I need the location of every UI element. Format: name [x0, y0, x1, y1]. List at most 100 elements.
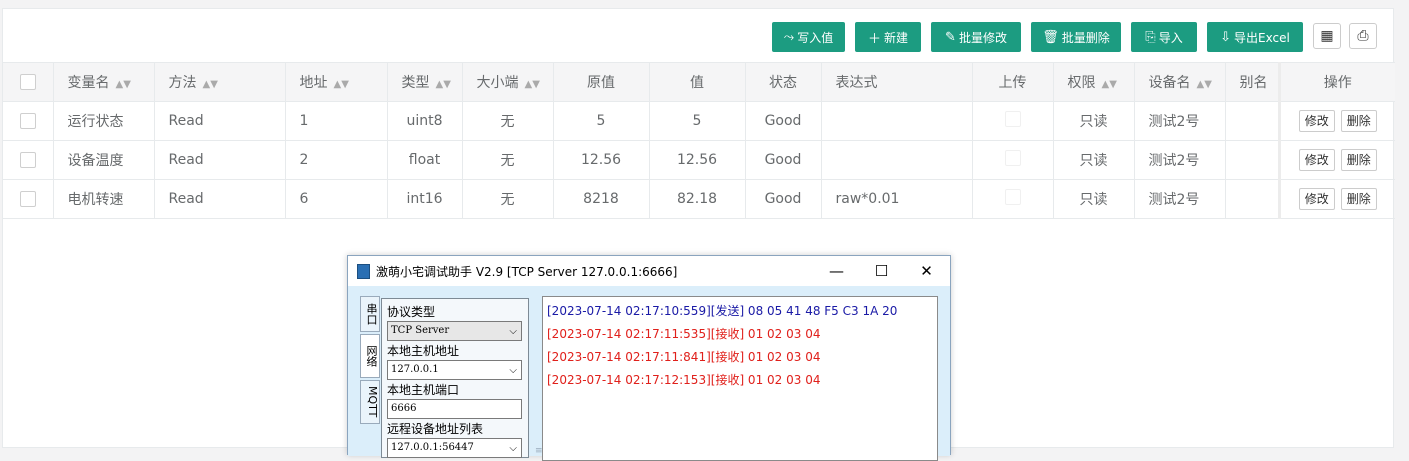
cell-endian: 无 [461, 101, 553, 141]
print-button[interactable]: ⎙ [1349, 23, 1377, 49]
cell-address: 2 [284, 140, 387, 180]
table-row: 设备温度 Read 2 float 无 12.56 12.56 Good 只读 … [3, 140, 1395, 180]
minimize-button[interactable]: — [814, 256, 859, 286]
tab-network[interactable]: 网络 [360, 334, 380, 378]
chevron-down-icon: ⌵ [509, 326, 517, 337]
edit-button[interactable]: 修改 [1298, 149, 1335, 171]
cell-status: Good [744, 179, 821, 219]
tab-mqtt[interactable]: MQTT [360, 380, 380, 424]
cell-permission: 只读 [1052, 179, 1134, 219]
cell-permission: 只读 [1052, 101, 1134, 141]
columns-icon: ▦ [1320, 28, 1334, 44]
new-button[interactable]: ＋新建 [855, 22, 921, 52]
cell-actions: 修改 删除 [1277, 101, 1395, 141]
col-header-device[interactable]: 设备名 ▲▼ [1133, 62, 1225, 102]
cell-device: 测试2号 [1133, 140, 1225, 180]
cell-type: uint8 [386, 101, 462, 141]
col-header-method[interactable]: 方法 ▲▼ [153, 62, 285, 102]
tab-serial[interactable]: 串口 [360, 296, 380, 332]
select-all-checkbox[interactable] [19, 74, 36, 90]
table-row: 电机转速 Read 6 int16 无 8218 82.18 Good raw*… [3, 179, 1395, 219]
upload-checkbox[interactable] [1004, 111, 1021, 127]
cell-method: Read [153, 140, 285, 180]
remote-list-label: 远程设备地址列表 [387, 422, 484, 436]
cell-value: 82.18 [648, 179, 745, 219]
cell-method: Read [153, 179, 285, 219]
sort-icon: ▲▼ [1101, 79, 1117, 90]
print-icon: ⎙ [1357, 28, 1369, 44]
batch-delete-button[interactable]: 🗑 批量删除 [1031, 22, 1121, 52]
edit-button[interactable]: 修改 [1298, 188, 1335, 210]
cell-method: Read [153, 101, 285, 141]
row-checkbox[interactable] [19, 152, 36, 168]
chevron-down-icon: ⌵ [509, 443, 517, 454]
debug-assistant-window: 激萌小宅调试助手 V2.9 [TCP Server 127.0.0.1:6666… [347, 255, 951, 461]
download-icon: ⇩ [1220, 29, 1232, 45]
col-header-type[interactable]: 类型 ▲▼ [386, 62, 462, 102]
log-line-send: [2023-07-14 02:17:10:559][发送] 08 05 41 4… [547, 304, 898, 318]
export-excel-button[interactable]: ⇩ 导出Excel [1207, 22, 1303, 52]
col-header-status: 状态 [744, 62, 821, 102]
cell-actions: 修改 删除 [1277, 179, 1395, 219]
protocol-select[interactable]: TCP Server ⌵ [387, 321, 522, 341]
row-checkbox[interactable] [19, 113, 36, 129]
log-line-receive: [2023-07-14 02:17:11:535][接收] 01 02 03 0… [547, 327, 821, 341]
sort-icon: ▲▼ [115, 79, 131, 90]
col-header-name[interactable]: 变量名 ▲▼ [52, 62, 154, 102]
col-header-endian[interactable]: 大小端 ▲▼ [461, 62, 553, 102]
columns-toggle-button[interactable]: ▦ [1313, 23, 1341, 49]
local-port-label: 本地主机端口 [387, 383, 460, 397]
cell-type: int16 [386, 179, 462, 219]
delete-button[interactable]: 删除 [1340, 149, 1377, 171]
table-header-row: 变量名 ▲▼ 方法 ▲▼ 地址 ▲▼ 类型 ▲▼ 大小端 ▲▼ 原值 值 状态 表达式 上… [3, 62, 1395, 102]
import-button[interactable]: ⎘ 导入 [1131, 22, 1197, 52]
row-select-cell [3, 140, 53, 180]
maximize-icon: ☐ [874, 262, 889, 280]
col-header-permission[interactable]: 权限 ▲▼ [1052, 62, 1134, 102]
cell-address: 6 [284, 179, 387, 219]
close-button[interactable]: ✕ [904, 256, 949, 286]
cell-endian: 无 [461, 140, 553, 180]
maximize-button[interactable]: ☐ [859, 256, 904, 286]
col-header-actions: 操作 [1277, 62, 1395, 102]
col-header-upload: 上传 [971, 62, 1053, 102]
cell-upload [971, 179, 1053, 219]
col-header-address[interactable]: 地址 ▲▼ [284, 62, 387, 102]
window-body: 串口 网络 MQTT 协议类型 TCP Server ⌵ 本地主机地址 127.0… [348, 286, 950, 461]
upload-checkbox[interactable] [1004, 150, 1021, 166]
col-header-value: 值 [648, 62, 745, 102]
cell-value: 12.56 [648, 140, 745, 180]
cell-device: 测试2号 [1133, 179, 1225, 219]
write-icon: ⤳ [783, 29, 795, 45]
plus-icon: ＋ [867, 31, 881, 47]
row-select-cell [3, 101, 53, 141]
write-value-button[interactable]: ⤳ 写入值 [772, 22, 845, 52]
remote-device-select[interactable]: 127.0.0.1:56447 ⌵ [387, 438, 522, 458]
local-port-input[interactable]: 6666 [387, 399, 522, 419]
chevron-down-icon: ⌵ [509, 365, 517, 376]
upload-checkbox[interactable] [1004, 189, 1021, 205]
cell-upload [971, 140, 1053, 180]
log-line-receive: [2023-07-14 02:17:12:153][接收] 01 02 03 0… [547, 373, 821, 387]
cell-type: float [386, 140, 462, 180]
app-icon [357, 263, 370, 279]
cell-raw: 5 [552, 101, 649, 141]
variables-table: 变量名 ▲▼ 方法 ▲▼ 地址 ▲▼ 类型 ▲▼ 大小端 ▲▼ 原值 值 状态 表达式 上… [3, 62, 1395, 219]
row-checkbox[interactable] [19, 191, 36, 207]
cell-alias [1224, 179, 1279, 219]
delete-button[interactable]: 删除 [1340, 188, 1377, 210]
edit-button[interactable]: 修改 [1298, 110, 1335, 132]
local-host-select[interactable]: 127.0.0.1 ⌵ [387, 360, 522, 380]
cell-expression: raw*0.01 [820, 179, 972, 219]
cell-expression [820, 101, 972, 141]
cell-endian: 无 [461, 179, 553, 219]
cell-value: 5 [648, 101, 745, 141]
local-host-label: 本地主机地址 [387, 344, 460, 358]
cell-permission: 只读 [1052, 140, 1134, 180]
sort-icon: ▲▼ [333, 79, 349, 90]
message-log[interactable]: [2023-07-14 02:17:10:559][发送] 08 05 41 4… [542, 296, 938, 461]
protocol-label: 协议类型 [387, 305, 436, 319]
log-line-receive: [2023-07-14 02:17:11:841][接收] 01 02 03 0… [547, 350, 821, 364]
delete-button[interactable]: 删除 [1340, 110, 1377, 132]
batch-edit-button[interactable]: ✎ 批量修改 [931, 22, 1021, 52]
